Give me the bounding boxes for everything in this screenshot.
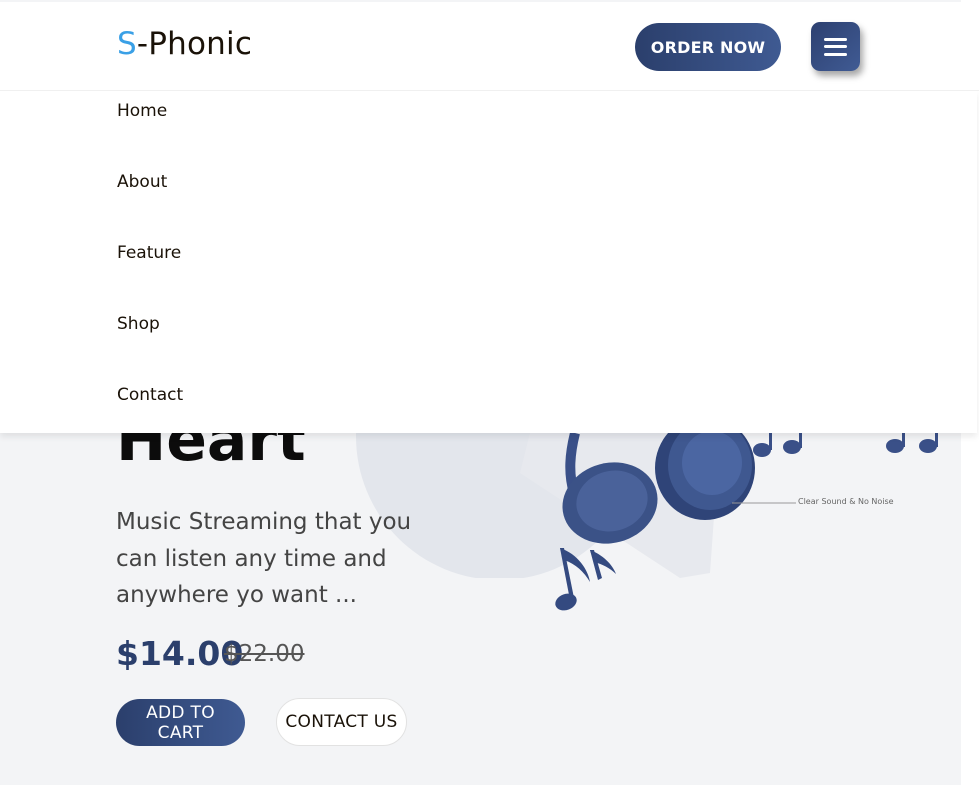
hero-description: Music Streaming that you can listen any … <box>116 509 412 608</box>
nav-item-home[interactable]: Home <box>117 101 167 121</box>
music-note-icon <box>548 540 620 616</box>
logo-text: -Phonic <box>136 26 253 62</box>
nav-item-contact[interactable]: Contact <box>117 385 183 405</box>
logo-initial: S <box>117 26 137 62</box>
nav-item-about[interactable]: About <box>117 172 167 192</box>
hamburger-icon <box>824 37 847 56</box>
add-to-cart-button[interactable]: ADD TO CART <box>116 699 245 746</box>
nav-item-shop[interactable]: Shop <box>117 314 160 334</box>
site-header: S-Phonic ORDER NOW <box>0 2 979 91</box>
contact-us-button[interactable]: CONTACT US <box>276 698 407 746</box>
site-logo[interactable]: S-Phonic <box>117 26 252 62</box>
menu-toggle-button[interactable] <box>811 22 860 71</box>
old-price: $22.00 <box>224 641 305 667</box>
nav-item-feature[interactable]: Feature <box>117 243 181 263</box>
dropdown-nav-menu: Home About Feature Shop Contact <box>0 91 977 433</box>
sound-callout: Clear Sound & No Noise <box>798 497 894 506</box>
order-now-button[interactable]: ORDER NOW <box>635 23 781 71</box>
